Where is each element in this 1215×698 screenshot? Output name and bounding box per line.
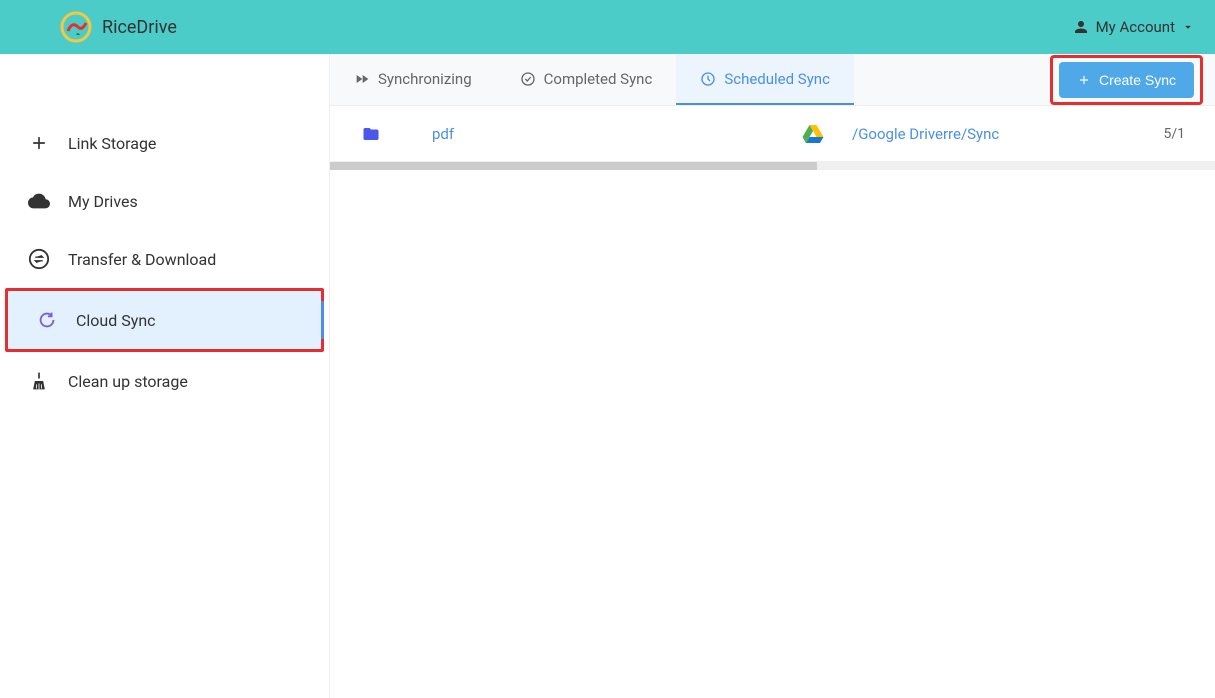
create-sync-button[interactable]: Create Sync bbox=[1059, 62, 1194, 98]
tab-label: Completed Sync bbox=[544, 70, 653, 88]
broom-icon bbox=[28, 370, 50, 392]
create-sync-label: Create Sync bbox=[1099, 72, 1176, 88]
cloud-icon bbox=[28, 190, 50, 212]
folder-icon bbox=[360, 125, 382, 143]
dest-path[interactable]: /Google Driverre/Sync bbox=[852, 125, 999, 143]
highlight-create-sync: Create Sync bbox=[1050, 55, 1203, 105]
sync-icon bbox=[36, 309, 58, 331]
sidebar-item-my-drives[interactable]: My Drives bbox=[0, 172, 329, 230]
source-name[interactable]: pdf bbox=[432, 125, 454, 143]
account-menu[interactable]: My Account bbox=[1072, 18, 1195, 36]
chevron-down-icon bbox=[1181, 20, 1195, 34]
sidebar: Link Storage My Drives Transfer & Downlo… bbox=[0, 54, 330, 698]
cell-dest: /Google Driverre/Sync bbox=[800, 122, 1163, 146]
scrollbar-thumb[interactable] bbox=[330, 162, 817, 170]
sidebar-item-label: Clean up storage bbox=[68, 372, 188, 391]
header: RiceDrive My Account bbox=[0, 0, 1215, 54]
brand-name: RiceDrive bbox=[102, 17, 177, 38]
highlight-cloud-sync: Cloud Sync bbox=[5, 288, 324, 352]
sync-list: pdf /Google Driverre/Sync 5/1 bbox=[330, 106, 1215, 698]
check-circle-icon bbox=[520, 71, 536, 87]
sidebar-item-label: Cloud Sync bbox=[76, 311, 156, 330]
google-drive-icon bbox=[800, 122, 826, 146]
plus-icon bbox=[1077, 73, 1091, 87]
account-label: My Account bbox=[1096, 18, 1175, 36]
main-layout: Link Storage My Drives Transfer & Downlo… bbox=[0, 54, 1215, 698]
plus-icon bbox=[28, 132, 50, 154]
cell-source: pdf bbox=[360, 125, 800, 143]
sidebar-item-label: Transfer & Download bbox=[68, 250, 216, 269]
sidebar-item-clean-up-storage[interactable]: Clean up storage bbox=[0, 352, 329, 410]
tab-label: Synchronizing bbox=[378, 70, 472, 88]
logo-icon bbox=[60, 11, 92, 43]
clock-icon bbox=[700, 71, 716, 87]
sync-row[interactable]: pdf /Google Driverre/Sync 5/1 bbox=[330, 106, 1215, 162]
content: Synchronizing Completed Sync Scheduled S… bbox=[330, 54, 1215, 698]
sidebar-item-label: Link Storage bbox=[68, 134, 156, 153]
horizontal-scrollbar[interactable] bbox=[330, 162, 1215, 170]
sidebar-item-label: My Drives bbox=[68, 192, 138, 211]
sidebar-item-transfer-download[interactable]: Transfer & Download bbox=[0, 230, 329, 288]
tab-completed-sync[interactable]: Completed Sync bbox=[496, 54, 677, 105]
cell-date: 5/1 bbox=[1163, 126, 1185, 142]
tab-label: Scheduled Sync bbox=[724, 70, 830, 88]
fast-forward-icon bbox=[354, 71, 370, 87]
sidebar-item-link-storage[interactable]: Link Storage bbox=[0, 114, 329, 172]
swap-icon bbox=[28, 248, 50, 270]
tabs-bar: Synchronizing Completed Sync Scheduled S… bbox=[330, 54, 1215, 106]
sidebar-item-cloud-sync[interactable]: Cloud Sync bbox=[8, 291, 321, 349]
user-icon bbox=[1072, 18, 1090, 36]
tab-synchronizing[interactable]: Synchronizing bbox=[330, 54, 496, 105]
tab-scheduled-sync[interactable]: Scheduled Sync bbox=[676, 54, 854, 105]
logo-container: RiceDrive bbox=[60, 11, 177, 43]
